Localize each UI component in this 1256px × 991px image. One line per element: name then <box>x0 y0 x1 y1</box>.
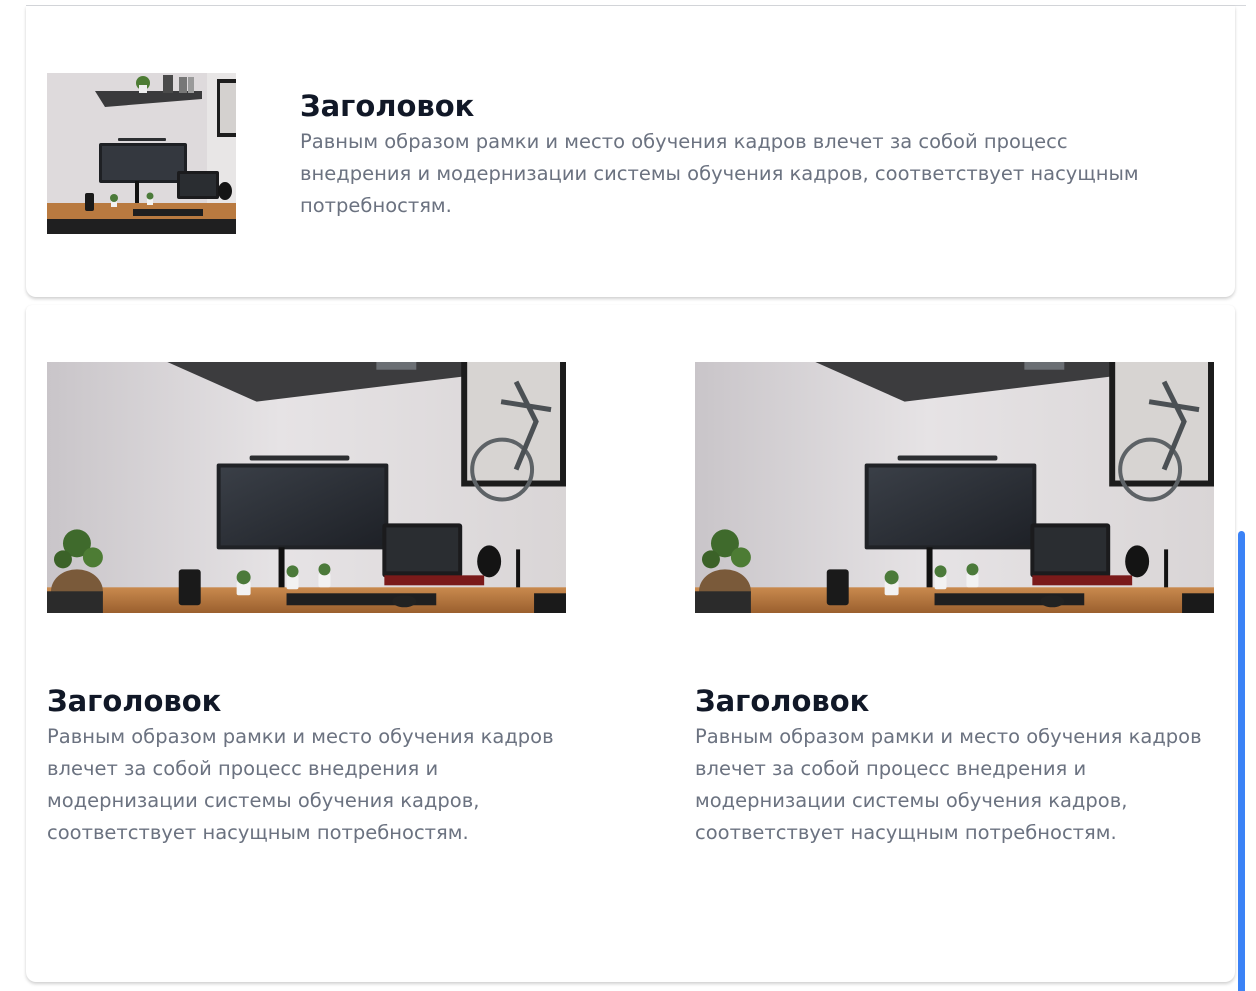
scrollbar-thumb[interactable] <box>1238 531 1245 991</box>
featured-card-image <box>47 73 236 234</box>
grid-card-title: Заголовок <box>47 684 222 718</box>
grid-card-text: Заголовок Равным образом рамки и место о… <box>695 683 1215 849</box>
grid-card-description: Равным образом рамки и место обучения ка… <box>47 725 554 844</box>
featured-card[interactable]: Заголовок Равным образом рамки и место о… <box>26 6 1235 297</box>
grid-card-description: Равным образом рамки и место обучения ка… <box>695 725 1202 844</box>
grid-card-image[interactable] <box>695 362 1214 613</box>
grid-card-container: Заголовок Равным образом рамки и место о… <box>26 305 1235 982</box>
featured-card-title: Заголовок <box>300 89 475 123</box>
page: Заголовок Равным образом рамки и место о… <box>0 0 1256 991</box>
featured-card-text: Заголовок Равным образом рамки и место о… <box>300 88 1140 222</box>
grid-card-image[interactable] <box>47 362 566 613</box>
featured-card-description: Равным образом рамки и место обучения ка… <box>300 130 1139 217</box>
grid-card-title: Заголовок <box>695 684 870 718</box>
grid-card-text: Заголовок Равным образом рамки и место о… <box>47 683 567 849</box>
